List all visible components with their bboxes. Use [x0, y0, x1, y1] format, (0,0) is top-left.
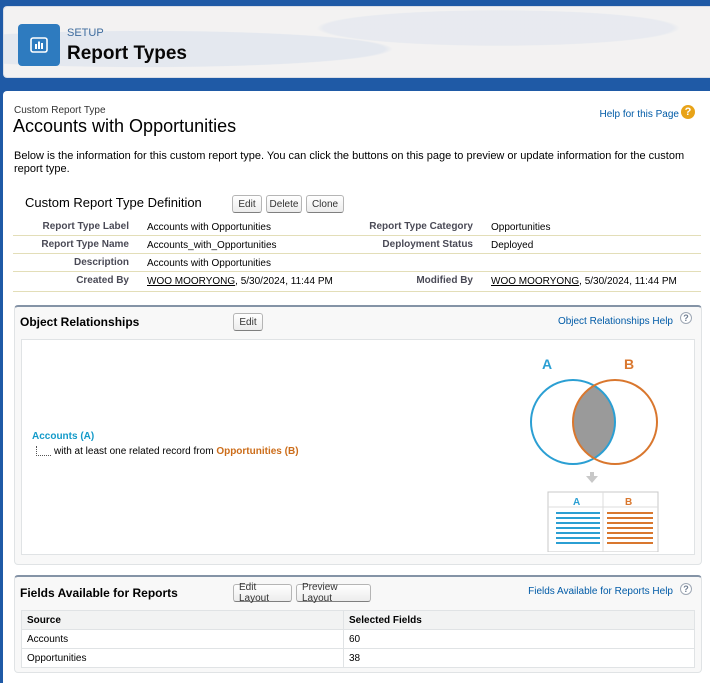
report-type-category-value: Opportunities — [491, 222, 551, 233]
source-cell: Accounts — [21, 629, 344, 649]
column-header-source: Source — [21, 610, 344, 630]
intro-text: Below is the information for this custom… — [14, 150, 685, 175]
deployment-status-value: Deployed — [491, 240, 534, 251]
object-b-label: Opportunities (B) — [216, 446, 299, 457]
fields-available-help-link[interactable]: Fields Available for Reports Help — [528, 586, 673, 597]
setup-header: SETUP Report Types — [3, 6, 710, 78]
venn-diagram: A B A B — [530, 356, 659, 552]
help-question-icon[interactable]: ? — [681, 105, 695, 119]
main-content: Custom Report Type Accounts with Opportu… — [3, 91, 710, 683]
deployment-status-label: Deployment Status — [382, 239, 473, 250]
clone-button[interactable]: Clone — [306, 195, 344, 213]
help-for-this-page-link[interactable]: Help for this Page — [600, 109, 680, 120]
definition-row: Report Type Label Accounts with Opportun… — [13, 217, 701, 236]
help-question-icon[interactable]: ? — [680, 312, 692, 324]
edit-definition-button[interactable]: Edit — [232, 195, 262, 213]
definition-row: Created By WOO MOORYONG, 5/30/2024, 11:4… — [13, 272, 701, 292]
tree-connector-icon — [36, 446, 51, 456]
object-relationships-panel: Object Relationships Edit Object Relatio… — [14, 305, 702, 565]
fields-available-title: Fields Available for Reports — [20, 586, 178, 600]
fields-available-panel: Fields Available for Reports Edit Layout… — [14, 575, 702, 673]
venn-label-b: B — [624, 356, 634, 372]
result-label-a: A — [573, 497, 580, 508]
setup-eyebrow: SETUP — [67, 27, 104, 39]
help-question-icon[interactable]: ? — [680, 583, 692, 595]
definition-row: Report Type Name Accounts_with_Opportuni… — [13, 236, 701, 254]
report-type-label-label: Report Type Label — [42, 221, 130, 232]
report-type-name-label: Report Type Name — [41, 239, 129, 250]
report-type-label-value: Accounts with Opportunities — [147, 222, 271, 233]
page-header-title: Report Types — [67, 43, 188, 64]
selected-fields-cell: 60 — [343, 629, 695, 649]
created-by-date: , 5/30/2024, 11:44 PM — [235, 276, 333, 287]
fields-table: Source Selected Fields Accounts 60 Oppor… — [21, 610, 695, 668]
created-by-value: WOO MOORYONG, 5/30/2024, 11:44 PM — [147, 276, 333, 287]
object-a-label: Accounts (A) — [32, 431, 95, 442]
object-b-relationship: with at least one related record from Op… — [36, 446, 299, 457]
preview-layout-button[interactable]: Preview Layout — [296, 582, 371, 604]
object-relationships-title: Object Relationships — [20, 315, 140, 329]
object-relationships-help-link[interactable]: Object Relationships Help — [558, 316, 673, 327]
page-title: Accounts with Opportunities — [13, 116, 237, 136]
custom-report-type-eyebrow: Custom Report Type — [14, 105, 106, 116]
table-row: Accounts 60 — [21, 629, 695, 649]
table-header-row: Source Selected Fields — [21, 610, 695, 630]
definition-heading: Custom Report Type Definition — [25, 195, 202, 210]
definition-table: Report Type Label Accounts with Opportun… — [13, 217, 701, 292]
arrow-down-icon — [586, 472, 598, 483]
edit-layout-button[interactable]: Edit Layout — [233, 582, 292, 604]
created-by-user-link[interactable]: WOO MOORYONG — [147, 276, 235, 287]
edit-relationships-button[interactable]: Edit — [233, 313, 263, 331]
description-value: Accounts with Opportunities — [147, 258, 271, 269]
relationship-diagram-area: Accounts (A) with at least one related r… — [21, 339, 695, 555]
result-label-b: B — [625, 497, 632, 508]
venn-label-a: A — [542, 356, 552, 372]
source-cell: Opportunities — [21, 648, 344, 668]
modified-by-label: Modified By — [416, 275, 473, 286]
table-row: Opportunities 38 — [21, 648, 695, 668]
description-label: Description — [73, 257, 129, 268]
created-by-label: Created By — [76, 275, 129, 286]
selected-fields-cell: 38 — [343, 648, 695, 668]
report-chart-icon — [18, 24, 60, 66]
definition-row: Description Accounts with Opportunities — [13, 254, 701, 272]
report-type-category-label: Report Type Category — [369, 221, 473, 232]
column-header-selected-fields: Selected Fields — [343, 610, 695, 630]
delete-button[interactable]: Delete — [266, 195, 302, 213]
modified-by-date: , 5/30/2024, 11:44 PM — [579, 276, 677, 287]
modified-by-value: WOO MOORYONG, 5/30/2024, 11:44 PM — [491, 276, 677, 287]
modified-by-user-link[interactable]: WOO MOORYONG — [491, 276, 579, 287]
object-b-prefix: with at least one related record from — [54, 446, 217, 457]
report-type-name-value: Accounts_with_Opportunities — [147, 240, 277, 251]
